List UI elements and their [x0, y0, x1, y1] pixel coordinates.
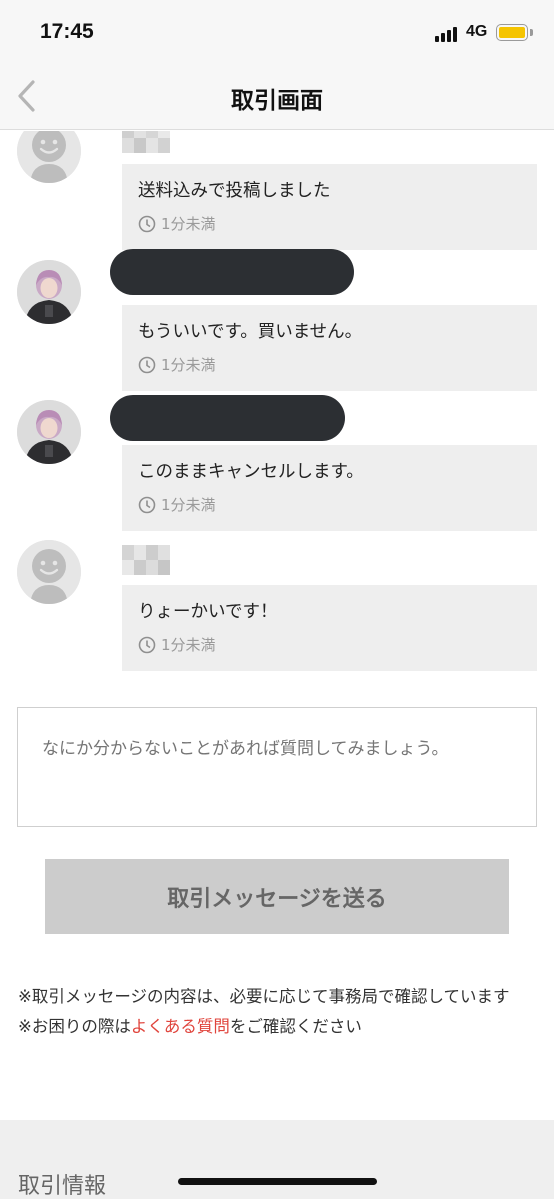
message-time: 1分未満	[138, 494, 216, 515]
clock-icon	[138, 356, 156, 373]
message-bubble: このままキャンセルします。 1分未満	[122, 445, 537, 531]
message-time: 1分未満	[138, 354, 216, 375]
note-help-prefix: ※お困りの際は	[18, 1017, 131, 1036]
message-bubble: りょーかいです！ 1分未満	[122, 585, 537, 671]
avatar	[17, 400, 81, 464]
message-time-text: 1分未満	[161, 636, 216, 654]
clock-icon	[138, 215, 156, 232]
avatar	[17, 131, 81, 183]
message-text: もういいです。買いません。	[138, 322, 363, 342]
network-type: 4G	[466, 23, 488, 40]
message-bubble: もういいです。買いません。 1分未満	[122, 305, 537, 391]
message-text: このままキャンセルします。	[138, 462, 364, 482]
faq-link[interactable]: よくある質問	[131, 1017, 230, 1036]
message-text: りょーかいです！	[138, 602, 278, 622]
status-bar: 17:45 4G	[0, 0, 554, 64]
message-time: 1分未満	[138, 634, 216, 655]
signal-icon	[435, 26, 461, 42]
message-text: 送料込みで投稿しました	[138, 181, 331, 201]
battery-icon	[496, 24, 528, 41]
message-time-text: 1分未満	[161, 356, 216, 374]
message-bubble: 送料込みで投稿しました 1分未満	[122, 164, 537, 250]
sender-name-pixelated	[122, 545, 172, 575]
battery-tip	[530, 29, 533, 36]
clock-icon	[138, 496, 156, 513]
message-input[interactable]	[17, 707, 537, 827]
sender-name-pixelated	[122, 131, 172, 153]
user-photo-icon	[17, 260, 81, 324]
sender-name-redacted	[110, 395, 345, 441]
page-title: 取引画面	[231, 88, 323, 114]
sender-name-redacted	[110, 249, 354, 295]
send-message-button[interactable]: 取引メッセージを送る	[45, 859, 509, 934]
note-help-suffix: をご確認ください	[229, 1017, 362, 1036]
default-avatar-icon	[17, 131, 81, 183]
message-list[interactable]: 送料込みで投稿しました 1分未満 もういいです。買いません。 1分未満 このまま…	[0, 131, 554, 691]
message-time-text: 1分未満	[161, 215, 216, 233]
user-photo-icon	[17, 400, 81, 464]
home-indicator[interactable]	[178, 1178, 377, 1185]
note-review: ※取引メッセージの内容は、必要に応じて事務局で確認しています	[18, 987, 510, 1006]
notes: ※取引メッセージの内容は、必要に応じて事務局で確認しています ※お困りの際はよく…	[18, 982, 538, 1042]
avatar	[17, 540, 81, 604]
clock-icon	[138, 636, 156, 653]
section-title: 取引情報	[18, 1174, 107, 1199]
default-avatar-icon	[17, 540, 81, 604]
avatar	[17, 260, 81, 324]
nav-bar: 取引画面	[0, 64, 554, 130]
status-time: 17:45	[40, 20, 94, 43]
message-time: 1分未満	[138, 213, 216, 234]
note-help: ※お困りの際はよくある質問をご確認ください	[18, 1012, 538, 1042]
message-time-text: 1分未満	[161, 496, 216, 514]
